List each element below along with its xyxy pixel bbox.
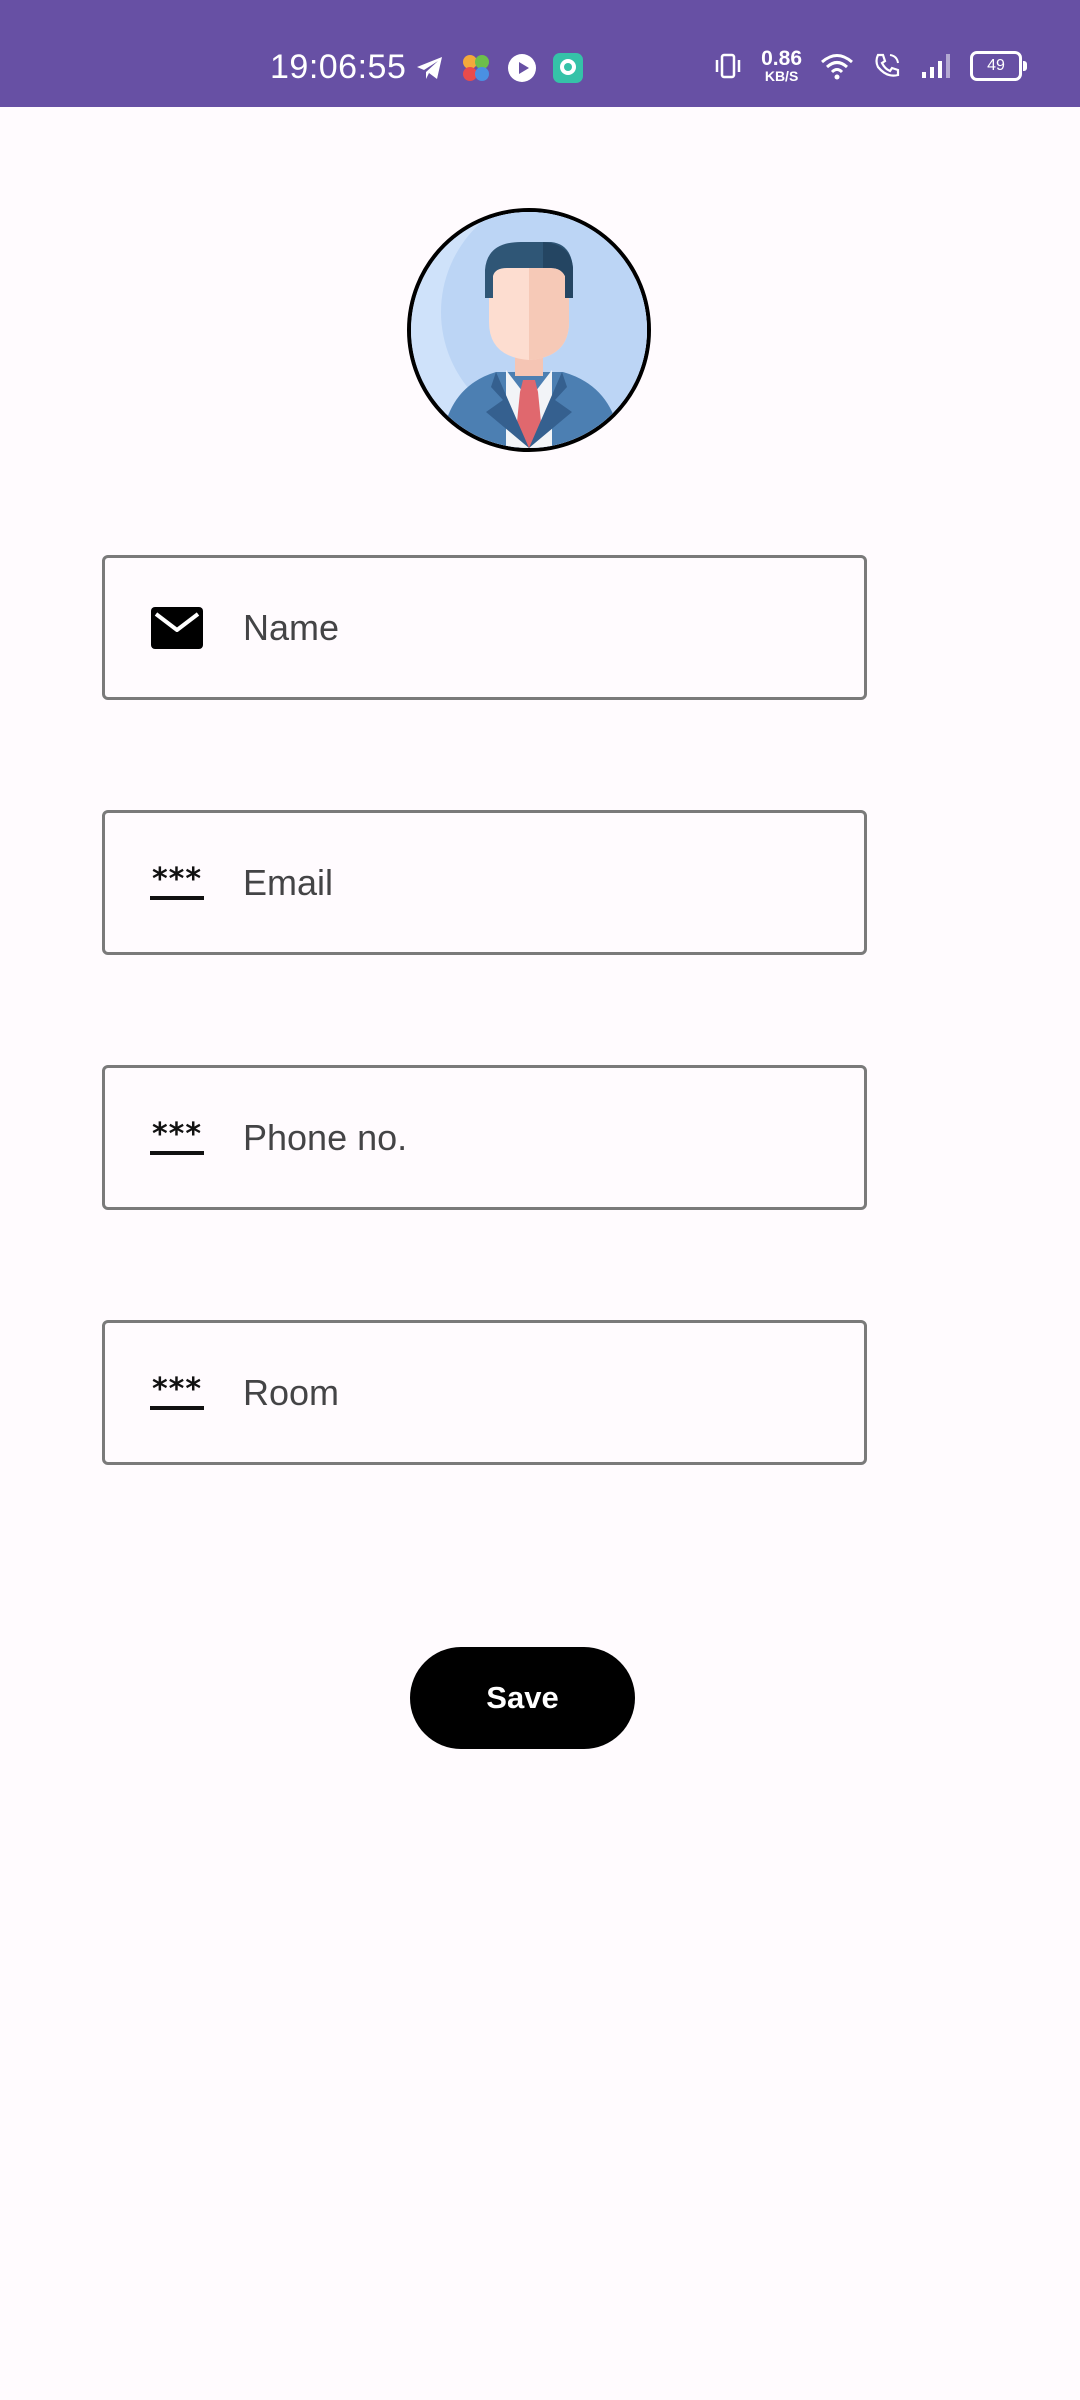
vibrate-icon xyxy=(715,53,741,78)
signal-icon xyxy=(922,53,950,78)
wifi-icon xyxy=(821,53,853,79)
status-bar: 19:06:55 0.86 KB/S 49 xyxy=(0,0,1080,107)
pinwheel-app-icon xyxy=(463,55,489,81)
network-speed-value: 0.86 xyxy=(761,47,802,70)
play-icon xyxy=(508,54,536,82)
phone-placeholder: Phone no. xyxy=(243,1116,408,1158)
envelope-icon xyxy=(149,606,205,650)
notification-icons xyxy=(414,52,584,84)
businessman-avatar-icon[interactable] xyxy=(407,208,651,452)
name-field[interactable]: Name xyxy=(102,555,867,700)
status-time: 19:06:55 xyxy=(270,48,407,86)
chat-app-icon xyxy=(553,53,583,83)
battery-icon: 49 xyxy=(970,50,1027,81)
password-icon: *** xyxy=(149,861,205,905)
battery-level: 49 xyxy=(987,56,1005,74)
email-field[interactable]: *** Email xyxy=(102,810,867,955)
save-button[interactable]: Save xyxy=(410,1647,635,1749)
phone-field[interactable]: *** Phone no. xyxy=(102,1065,867,1210)
telegram-icon xyxy=(417,57,442,79)
room-field[interactable]: *** Room xyxy=(102,1320,867,1465)
avatar-illustration xyxy=(411,212,647,448)
system-icons: 0.86 KB/S 49 xyxy=(713,48,1027,83)
password-icon: *** xyxy=(149,1371,205,1415)
name-placeholder: Name xyxy=(243,606,340,648)
network-speed: 0.86 KB/S xyxy=(761,48,802,83)
network-speed-unit: KB/S xyxy=(764,68,799,84)
password-icon: *** xyxy=(149,1116,205,1160)
email-placeholder: Email xyxy=(243,861,334,903)
room-placeholder: Room xyxy=(243,1371,340,1413)
wifi-calling-icon xyxy=(875,53,900,77)
